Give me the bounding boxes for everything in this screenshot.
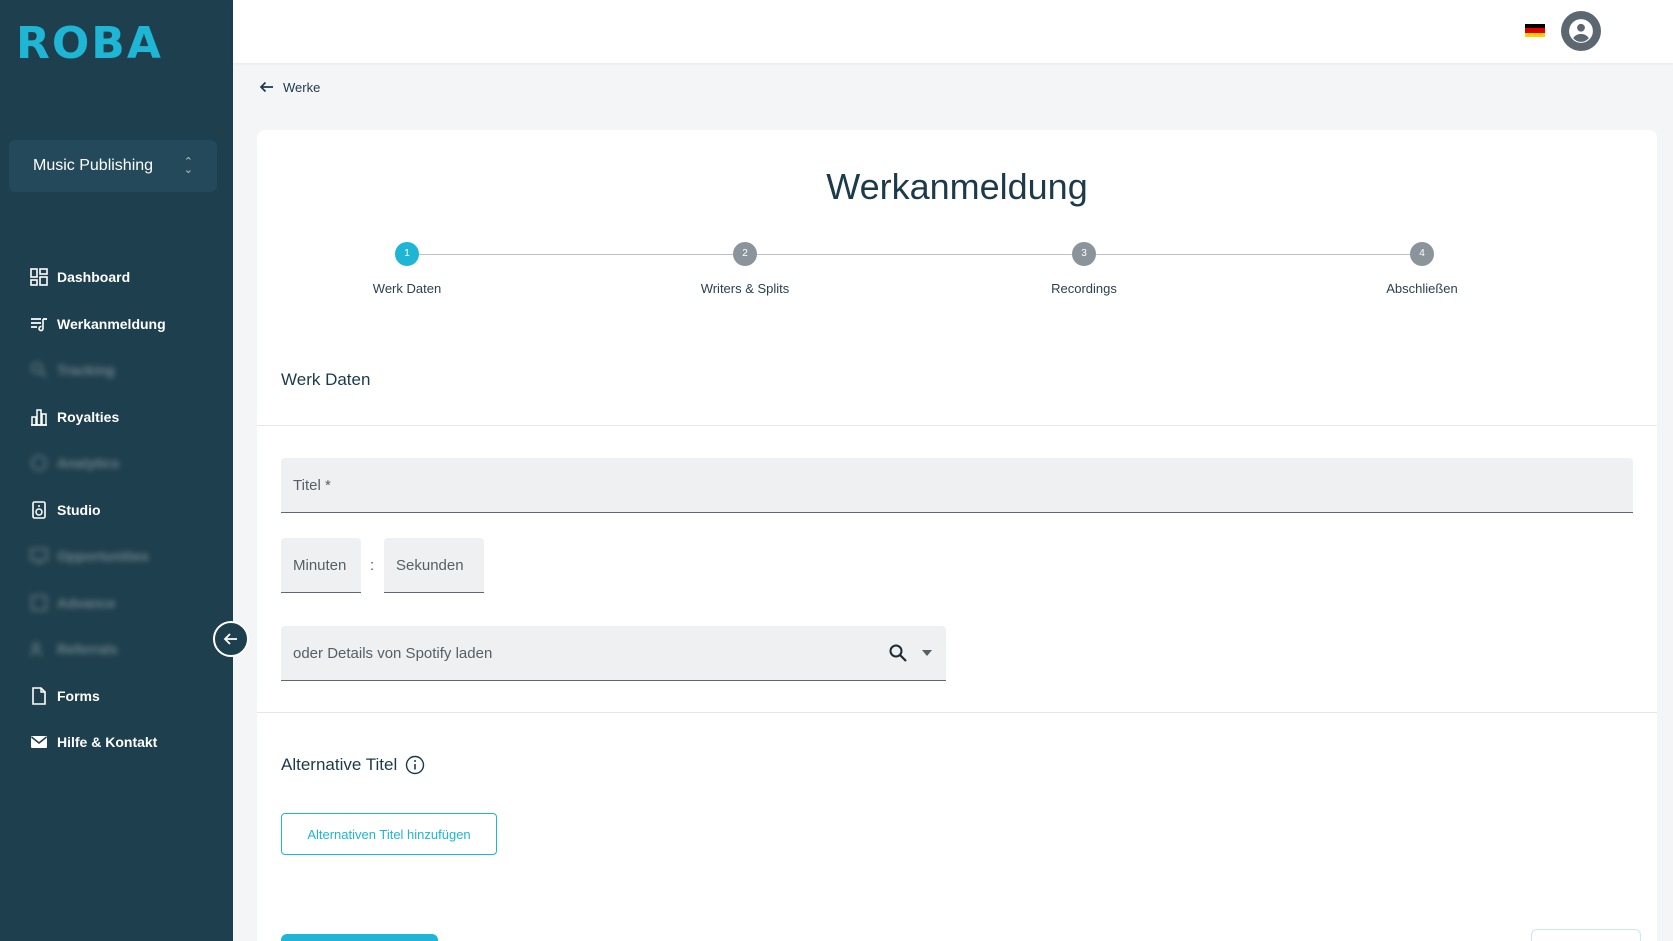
advance-icon bbox=[30, 594, 48, 612]
step-werk-daten[interactable]: 1 Werk Daten bbox=[337, 242, 477, 296]
chevron-updown-icon: ⌃ ⌄ bbox=[183, 156, 193, 176]
monitor-icon bbox=[30, 547, 48, 565]
search-icon[interactable] bbox=[888, 643, 908, 663]
sidebar-item-label: Advance bbox=[57, 594, 116, 611]
step-number: 2 bbox=[733, 242, 757, 266]
german-flag-icon[interactable] bbox=[1525, 24, 1545, 37]
roba-logo[interactable]: ROBA bbox=[16, 22, 163, 66]
sidebar-item-label: Forms bbox=[57, 687, 100, 704]
sidebar-item-forms[interactable]: Forms bbox=[0, 673, 233, 720]
sidebar-item-werkanmeldung[interactable]: Werkanmeldung bbox=[0, 301, 233, 348]
sidebar-item-analytics[interactable]: Analytics bbox=[0, 440, 233, 487]
divider bbox=[257, 712, 1657, 713]
step-abschliessen[interactable]: 4 Abschließen bbox=[1352, 242, 1492, 296]
sidebar-nav: Dashboard Werkanmeldung Tracking Royalti… bbox=[0, 254, 233, 766]
referral-icon bbox=[30, 640, 48, 658]
sidebar: ROBA Music Publishing ⌃ ⌄ Dashboard Werka… bbox=[0, 0, 233, 941]
title-field[interactable]: Titel * bbox=[281, 458, 1633, 513]
sidebar-item-advance[interactable]: Advance bbox=[0, 580, 233, 627]
sidebar-item-studio[interactable]: Studio bbox=[0, 487, 233, 534]
title-field-placeholder: Titel * bbox=[293, 476, 331, 494]
document-icon bbox=[30, 686, 48, 705]
sidebar-item-referrals[interactable]: Referrals bbox=[0, 626, 233, 673]
sidebar-item-label: Opportunities bbox=[57, 548, 149, 565]
account-avatar[interactable] bbox=[1561, 11, 1601, 51]
step-label: Writers & Splits bbox=[700, 281, 790, 296]
sidebar-item-label: Tracking bbox=[57, 362, 115, 379]
sidebar-item-hilfe-kontakt[interactable]: Hilfe & Kontakt bbox=[0, 719, 233, 766]
org-select[interactable]: Music Publishing ⌃ ⌄ bbox=[9, 140, 217, 192]
minutes-placeholder: Minuten bbox=[293, 556, 347, 574]
alternative-titles-label: Alternative Titel bbox=[281, 755, 398, 774]
org-select-label: Music Publishing bbox=[33, 157, 154, 174]
alternative-titles-heading: Alternative Titel bbox=[281, 755, 425, 775]
sidebar-item-label: Analytics bbox=[57, 455, 120, 472]
bar-chart-icon bbox=[30, 408, 48, 426]
spotify-search-placeholder: oder Details von Spotify laden bbox=[293, 644, 493, 662]
step-writers-splits[interactable]: 2 Writers & Splits bbox=[675, 242, 815, 296]
work-registration-card: Werkanmeldung 1 Werk Daten 2 Writers & S… bbox=[257, 130, 1657, 941]
top-bar bbox=[233, 0, 1673, 63]
breadcrumb-label: Werke bbox=[283, 79, 321, 95]
spotify-search-field[interactable]: oder Details von Spotify laden bbox=[281, 626, 946, 681]
dropdown-arrow-icon[interactable] bbox=[922, 650, 932, 656]
collapse-sidebar-button[interactable] bbox=[213, 621, 249, 657]
sidebar-item-label: Dashboard bbox=[57, 269, 131, 286]
section-title: Werk Daten bbox=[281, 370, 371, 389]
seconds-placeholder: Sekunden bbox=[396, 556, 464, 574]
step-number: 1 bbox=[395, 242, 419, 266]
page-title: Werkanmeldung bbox=[826, 166, 1088, 207]
info-icon[interactable] bbox=[405, 755, 425, 775]
stepper: 1 Werk Daten 2 Writers & Splits 3 Record… bbox=[373, 242, 1507, 302]
next-button[interactable] bbox=[281, 934, 438, 941]
duration-separator: : bbox=[370, 557, 375, 574]
sidebar-item-label: Referrals bbox=[57, 641, 118, 658]
music-list-icon bbox=[30, 315, 48, 333]
divider bbox=[257, 425, 1657, 426]
add-alternative-title-button[interactable]: Alternativen Titel hinzufügen bbox=[281, 813, 497, 855]
account-circle-icon bbox=[1569, 19, 1593, 43]
step-number: 4 bbox=[1410, 242, 1434, 266]
arrow-left-icon bbox=[223, 633, 237, 645]
breadcrumb-back-link[interactable]: Werke bbox=[258, 79, 320, 95]
arrow-left-icon bbox=[259, 81, 273, 93]
step-label: Werk Daten bbox=[372, 281, 442, 296]
mail-icon bbox=[30, 733, 48, 751]
search-icon bbox=[30, 361, 48, 379]
step-number: 3 bbox=[1072, 242, 1096, 266]
minutes-field[interactable]: Minuten bbox=[281, 538, 361, 593]
speaker-icon bbox=[30, 500, 48, 519]
sidebar-item-dashboard[interactable]: Dashboard bbox=[0, 254, 233, 301]
step-recordings[interactable]: 3 Recordings bbox=[1014, 242, 1154, 296]
step-label: Abschließen bbox=[1386, 281, 1458, 296]
sidebar-item-royalties[interactable]: Royalties bbox=[0, 394, 233, 441]
sidebar-item-tracking[interactable]: Tracking bbox=[0, 347, 233, 394]
step-label: Recordings bbox=[1051, 281, 1117, 296]
dashboard-icon bbox=[30, 268, 48, 287]
sidebar-item-label: Hilfe & Kontakt bbox=[57, 734, 158, 751]
secondary-action-button[interactable] bbox=[1531, 929, 1641, 941]
seconds-field[interactable]: Sekunden bbox=[384, 538, 484, 593]
sidebar-item-label: Werkanmeldung bbox=[57, 315, 166, 332]
sidebar-item-label: Studio bbox=[57, 501, 101, 518]
sidebar-item-label: Royalties bbox=[57, 408, 120, 425]
sidebar-item-opportunities[interactable]: Opportunities bbox=[0, 533, 233, 580]
analytics-icon bbox=[30, 454, 48, 472]
